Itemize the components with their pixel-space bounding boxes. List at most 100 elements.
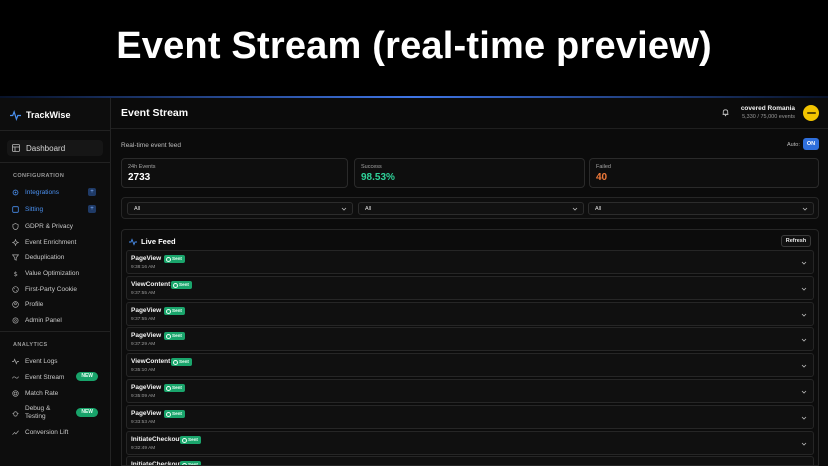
event-row[interactable]: InitiateCheckout Sent 9:32:49 AM xyxy=(126,430,814,455)
chevron-down-icon[interactable] xyxy=(801,286,807,292)
sidebar-item-dashboard[interactable]: Dashboard xyxy=(12,142,102,154)
sidebar-item-label: GDPR & Privacy xyxy=(25,222,74,230)
sidebar-item-label: Match Rate xyxy=(25,389,59,397)
event-row[interactable]: PageView Sent 9:33:53 AM xyxy=(126,404,814,429)
user-icon xyxy=(12,300,19,308)
activity-icon xyxy=(12,357,19,365)
event-name: ViewContent xyxy=(131,280,171,288)
expand-plus-icon[interactable]: + xyxy=(88,205,96,213)
stat-value: 40 xyxy=(596,172,608,183)
bug-icon xyxy=(12,410,19,416)
event-name: InitiateCheckout xyxy=(131,435,182,443)
stat-label: Failed xyxy=(596,164,611,170)
live-feed-panel: Live Feed Refresh PageView Sent 9:38:16 AM… xyxy=(121,229,819,466)
sidebar-item-profile[interactable]: Profile xyxy=(12,298,102,310)
filter-select-1[interactable]: All xyxy=(127,202,353,215)
event-name: PageView xyxy=(131,306,162,314)
chevron-down-icon[interactable] xyxy=(801,312,807,318)
layers-icon xyxy=(12,205,19,213)
event-usage: 5,330 / 75,000 events xyxy=(742,114,795,120)
event-row[interactable]: ViewContent Sent 9:35:10 AM xyxy=(126,353,814,378)
event-timestamp: 9:38:16 AM xyxy=(131,265,156,270)
status-badge: Sent xyxy=(164,306,185,315)
sidebar-item-gdpr[interactable]: GDPR & Privacy xyxy=(12,220,102,232)
stat-label: 24h Events xyxy=(128,164,156,170)
sidebar-item-event-stream[interactable]: Event Stream NEW xyxy=(12,371,102,383)
sidebar-divider xyxy=(0,331,111,332)
sidebar-item-integrations[interactable]: Integrations + xyxy=(12,186,102,198)
event-row[interactable]: PageView Sent 9:37:29 AM xyxy=(126,327,814,352)
sidebar-item-label: Debug & Testing xyxy=(25,405,51,420)
sidebar-item-admin-panel[interactable]: Admin Panel xyxy=(12,314,102,326)
sidebar-item-conversion-lift[interactable]: Conversion Lift xyxy=(12,426,102,438)
sidebar-item-first-party-cookie[interactable]: First-Party Cookie xyxy=(12,283,102,295)
gear-icon xyxy=(12,189,19,195)
auto-refresh-toggle[interactable]: ON xyxy=(803,138,819,150)
dollar-icon: $ xyxy=(14,270,18,277)
bell-icon[interactable] xyxy=(721,108,730,117)
sidebar-item-label: Integrations xyxy=(25,188,59,196)
account-name[interactable]: covered Romania xyxy=(741,105,795,112)
stat-value: 2733 xyxy=(128,172,151,183)
sidebar-item-sitting[interactable]: Sitting + xyxy=(12,203,102,215)
avatar[interactable] xyxy=(803,105,819,121)
sidebar-section-configuration: CONFIGURATION xyxy=(13,173,65,179)
expand-plus-icon[interactable]: + xyxy=(88,188,96,196)
stat-label: Success xyxy=(361,164,382,170)
select-value: All xyxy=(134,206,141,212)
sidebar-divider xyxy=(0,162,111,163)
sidebar-item-match-rate[interactable]: Match Rate xyxy=(12,387,102,399)
cookie-icon xyxy=(12,285,19,293)
stat-card-24h-events: 24h Events 2733 xyxy=(121,158,348,188)
event-row[interactable]: ViewContent Sent 9:37:55 AM xyxy=(126,275,814,300)
chevron-down-icon[interactable] xyxy=(801,415,807,421)
chevron-down-icon[interactable] xyxy=(801,337,807,343)
chevron-down-icon[interactable] xyxy=(801,389,807,395)
filter-select-3[interactable]: All xyxy=(588,202,814,215)
event-row[interactable]: PageView Sent 9:37:55 AM xyxy=(126,301,814,326)
sidebar-item-label: Deduplication xyxy=(25,253,65,261)
sidebar-item-deduplication[interactable]: Deduplication xyxy=(12,251,102,263)
event-row[interactable]: InitiateCheckout Sent xyxy=(126,456,814,465)
chevron-down-icon[interactable] xyxy=(801,363,807,369)
brand[interactable]: TrackWise xyxy=(10,108,70,122)
sidebar-item-label: Dashboard xyxy=(26,143,66,153)
sidebar: TrackWise Dashboard CONFIGURATION Integr… xyxy=(0,98,111,466)
svg-text:$: $ xyxy=(14,270,18,277)
refresh-button[interactable]: Refresh xyxy=(781,235,811,247)
status-badge: Sent xyxy=(171,280,192,289)
sidebar-item-debug-testing[interactable]: Debug & Testing NEW xyxy=(12,403,102,423)
avatar-logo-icon xyxy=(806,112,816,114)
event-timestamp: 9:37:29 AM xyxy=(131,342,156,348)
sidebar-item-event-enrichment[interactable]: Event Enrichment xyxy=(12,236,102,248)
stream-icon xyxy=(12,375,19,379)
chevron-down-icon xyxy=(802,207,808,211)
chevron-down-icon[interactable] xyxy=(801,260,807,266)
select-value: All xyxy=(365,206,372,212)
sidebar-item-value-optimization[interactable]: $ Value Optimization xyxy=(12,267,102,279)
event-name: PageView xyxy=(131,409,162,417)
sidebar-item-event-logs[interactable]: Event Logs xyxy=(12,355,102,367)
filters-bar: All All All xyxy=(121,197,819,219)
event-timestamp: 9:37:55 AM xyxy=(131,290,156,296)
banner-title: Event Stream (real-time preview) xyxy=(116,25,712,67)
settings-icon xyxy=(12,317,19,323)
filter-select-2[interactable]: All xyxy=(358,202,584,215)
select-value: All xyxy=(595,206,602,212)
sparkle-icon xyxy=(12,238,19,246)
sidebar-item-label: Profile xyxy=(25,300,44,308)
chevron-down-icon xyxy=(572,207,578,211)
sidebar-divider xyxy=(0,130,111,131)
event-timestamp: 9:35:10 AM xyxy=(131,368,156,374)
banner: Event Stream (real-time preview) xyxy=(0,0,828,97)
chevron-down-icon[interactable] xyxy=(801,441,807,447)
sidebar-item-label: Event Enrichment xyxy=(25,238,77,246)
event-name: PageView xyxy=(131,332,162,340)
sidebar-item-label: First-Party Cookie xyxy=(25,285,78,293)
event-name: PageView xyxy=(131,255,162,262)
activity-icon xyxy=(129,237,137,246)
event-row[interactable]: PageView Sent 9:38:16 AM xyxy=(126,250,814,274)
topbar: Event Stream covered Romania 5,330 / 75,… xyxy=(111,98,828,129)
event-row[interactable]: PageView Sent 9:35:09 AM xyxy=(126,379,814,403)
event-timestamp: 9:33:53 AM xyxy=(131,419,156,425)
